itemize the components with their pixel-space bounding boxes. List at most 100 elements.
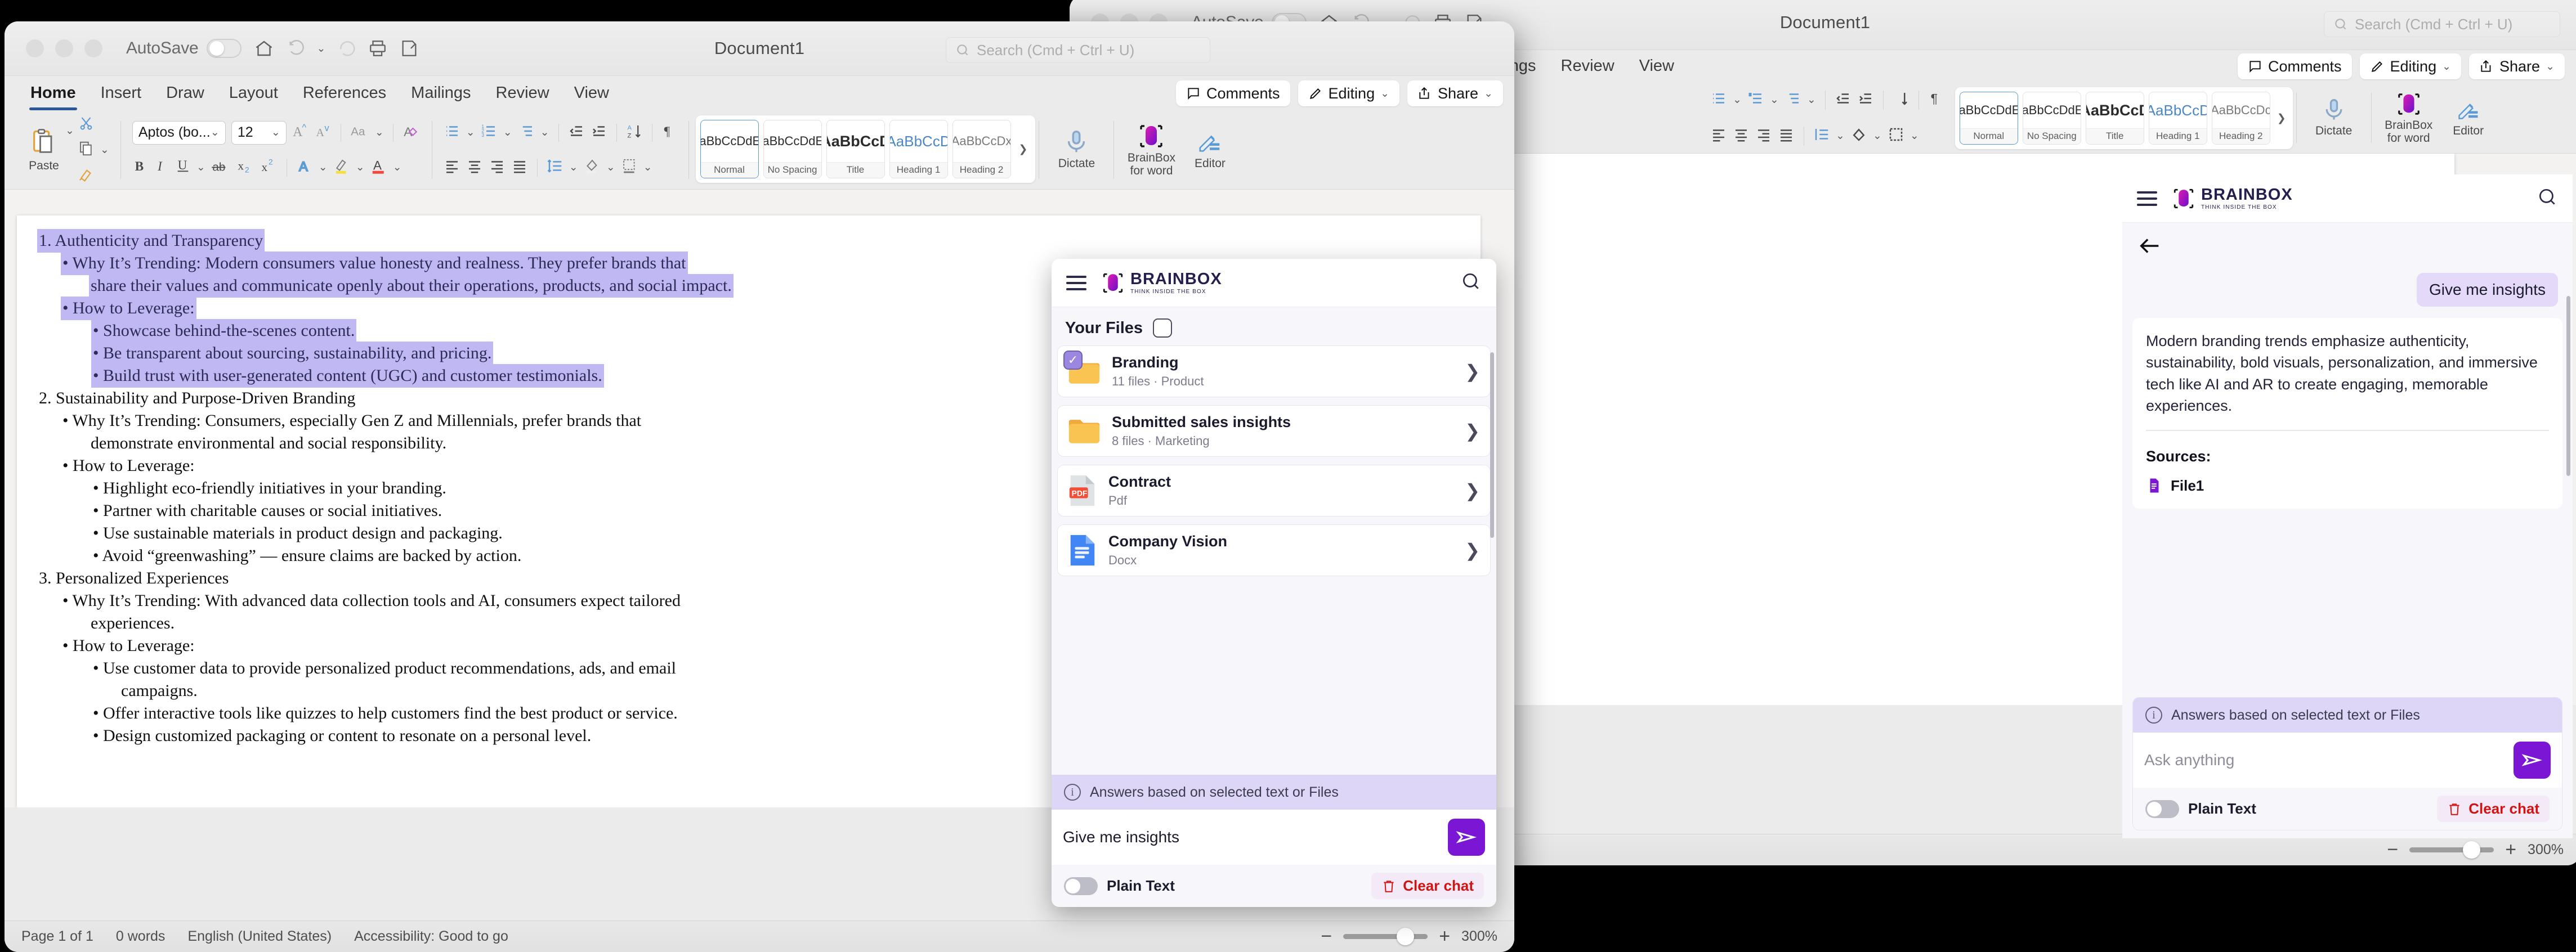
document-line[interactable]: • How to Leverage:	[61, 297, 196, 320]
chevron-down-icon[interactable]: ⌄	[569, 161, 578, 174]
styles-gallery-front[interactable]: AaBbCcDdEe Normal AaBbCcDdEe No Spacing …	[695, 115, 1036, 183]
zoom-in-button-back[interactable]: +	[2505, 839, 2516, 861]
files-footer-row[interactable]: Plain Text Clear chat	[1052, 865, 1496, 907]
file-card-company-vision[interactable]: Company Vision Docx ❯	[1057, 524, 1491, 576]
document-line[interactable]: • Highlight eco-friendly initiatives in …	[91, 477, 448, 500]
italic-button[interactable]: I	[154, 158, 169, 177]
shrink-font-icon[interactable]: Av	[315, 123, 332, 142]
list-controls-front[interactable]: ⌄ 123 ⌄ ⌄ AZ ¶	[444, 118, 677, 147]
file-card-contract[interactable]: PDF Contract Pdf ❯	[1057, 465, 1491, 517]
align-left-icon[interactable]	[444, 158, 460, 177]
style-title-front[interactable]: AaBbCcD Title	[826, 120, 885, 178]
chevron-right-icon[interactable]: ❯	[1465, 540, 1480, 561]
tab-view-back[interactable]: View	[1627, 53, 1687, 80]
send-button[interactable]	[1448, 819, 1485, 856]
share-button-back[interactable]: Share ⌄	[2469, 53, 2565, 79]
dictate-group-front[interactable]: Dictate	[1043, 115, 1110, 185]
text-highlight-button[interactable]	[333, 156, 350, 178]
multilevel-list-icon[interactable]	[1785, 90, 1801, 110]
document-line[interactable]: • Why It’s Trending: Consumers, especial…	[61, 409, 643, 433]
plain-text-toggle[interactable]	[2145, 800, 2179, 818]
zoom-slider-front[interactable]	[1343, 928, 1428, 945]
tab-mailings-front[interactable]: Mailings	[399, 80, 483, 107]
chat-back-button[interactable]	[2122, 223, 2573, 265]
comments-button-front[interactable]: Comments	[1176, 80, 1290, 106]
brainbox-chat-panel[interactable]: BRAINBOX THINK INSIDE THE BOX Give me in…	[2122, 174, 2573, 838]
document-line[interactable]: • Showcase behind-the-scenes content.	[91, 319, 357, 343]
save-icon[interactable]	[400, 39, 419, 58]
document-line[interactable]: • How to Leverage:	[61, 634, 196, 658]
select-all-checkbox[interactable]	[1153, 318, 1173, 338]
autosave-toggle[interactable]	[206, 39, 242, 58]
multilevel-list-icon[interactable]	[518, 123, 535, 142]
justify-icon[interactable]	[511, 158, 528, 177]
ask-input[interactable]: Ask anything	[2144, 751, 2505, 769]
chevron-down-icon[interactable]: ⌄	[1733, 93, 1742, 106]
tab-review-back[interactable]: Review	[1549, 53, 1627, 80]
paste-dropdown-icon[interactable]: ⌄	[65, 124, 74, 137]
chevron-down-icon[interactable]: ⌄	[1910, 129, 1919, 142]
styles-expand-icon[interactable]: ❯	[1016, 120, 1031, 178]
paragraph-marks-icon[interactable]: ¶	[661, 123, 677, 142]
brainbox-files-panel[interactable]: BRAINBOX THINK INSIDE THE BOX Your Files…	[1052, 259, 1496, 907]
sort-icon[interactable]: AZ	[626, 123, 643, 142]
style-title-back[interactable]: AaBbCcD Title	[2085, 92, 2144, 145]
chevron-down-icon[interactable]: ⌄	[606, 161, 615, 174]
redo-icon[interactable]	[338, 39, 356, 57]
zoom-in-button-front[interactable]: +	[1439, 926, 1450, 947]
share-button-front[interactable]: Share ⌄	[1407, 80, 1503, 106]
chevron-down-icon[interactable]: ⌄	[643, 161, 652, 174]
clear-chat-button[interactable]: Clear chat	[1371, 873, 1484, 899]
close-button[interactable]	[26, 39, 44, 57]
plain-text-toggle[interactable]	[1064, 877, 1098, 895]
chevron-down-icon[interactable]: ⌄	[540, 126, 549, 139]
send-button[interactable]	[2514, 742, 2551, 779]
underline-button[interactable]: U	[175, 158, 191, 177]
bullet-list-icon[interactable]	[444, 123, 460, 142]
hamburger-icon[interactable]	[2137, 191, 2157, 206]
document-line[interactable]: experiences.	[89, 612, 176, 635]
align-center-icon[interactable]	[466, 158, 483, 177]
font-name-select[interactable]: Aptos (bo... ⌄	[132, 120, 226, 145]
document-line[interactable]: • Use customer data to provide personali…	[91, 657, 678, 680]
ribbon-paragraph-group-front[interactable]: ⌄ 123 ⌄ ⌄ AZ ¶ ⌄ ⌄ ⌄	[436, 115, 685, 185]
align-center-icon[interactable]	[1733, 126, 1750, 146]
decrease-indent-icon[interactable]	[1835, 90, 1852, 110]
grow-font-icon[interactable]: A ^	[292, 123, 309, 142]
comments-button-back[interactable]: Comments	[2238, 53, 2352, 79]
zoom-out-button-back[interactable]: −	[2387, 839, 2398, 861]
hamburger-icon[interactable]	[1066, 275, 1086, 290]
editing-button-back[interactable]: Editing ⌄	[2359, 53, 2462, 79]
window-controls-front[interactable]	[26, 39, 102, 57]
style-heading1-back[interactable]: AaBbCcD Heading 1	[2148, 92, 2207, 145]
borders-icon[interactable]	[621, 157, 638, 178]
print-icon[interactable]	[368, 39, 387, 58]
document-line[interactable]: • Build trust with user-generated conten…	[91, 364, 604, 388]
brainbox-for-word-button-front[interactable]: BrainBox for word	[1125, 123, 1177, 177]
font-controls-row[interactable]: Aptos (bo... ⌄ 12 ⌄ A ^ Av Aa ⌄ A	[132, 118, 421, 147]
ask-input[interactable]: Give me insights	[1063, 828, 1439, 846]
chat-scrollbar[interactable]	[2566, 296, 2570, 476]
dictate-button-front[interactable]: Dictate	[1050, 129, 1102, 170]
undo-dropdown-icon[interactable]: ⌄	[317, 42, 326, 55]
align-left-icon[interactable]	[1710, 126, 1727, 146]
strikethrough-button[interactable]: ab	[211, 158, 230, 177]
dictate-button-back[interactable]: Dictate	[2308, 98, 2360, 137]
editor-button-front[interactable]: Editor	[1184, 129, 1236, 170]
justify-icon[interactable]	[1778, 126, 1795, 146]
text-effects-button[interactable]: A	[296, 158, 313, 177]
tab-draw-front[interactable]: Draw	[154, 80, 217, 107]
chevron-down-icon[interactable]: ⌄	[503, 126, 512, 139]
styles-gallery-back[interactable]: AaBbCcDdEe Normal AaBbCcDdEe No Spacing …	[1955, 87, 2293, 149]
chevron-down-icon[interactable]: ⌄	[393, 161, 402, 174]
align-controls-back[interactable]: ⌄ ⌄ ⌄	[1710, 121, 1944, 151]
document-line[interactable]: • Be transparent about sourcing, sustain…	[91, 342, 494, 365]
document-line[interactable]: • Partner with charitable causes or soci…	[91, 499, 444, 523]
brainbox-files-body[interactable]: Your Files ✓ Branding 11 files · Product…	[1052, 307, 1496, 907]
files-scrollbar[interactable]	[1490, 352, 1494, 538]
document-line[interactable]: • Offer interactive tools like quizzes t…	[91, 702, 679, 725]
document-line[interactable]: 1. Authenticity and Transparency	[37, 229, 265, 253]
home-icon[interactable]	[254, 38, 274, 59]
document-line[interactable]: • How to Leverage:	[61, 454, 196, 478]
source-item[interactable]: File1	[2146, 475, 2549, 496]
